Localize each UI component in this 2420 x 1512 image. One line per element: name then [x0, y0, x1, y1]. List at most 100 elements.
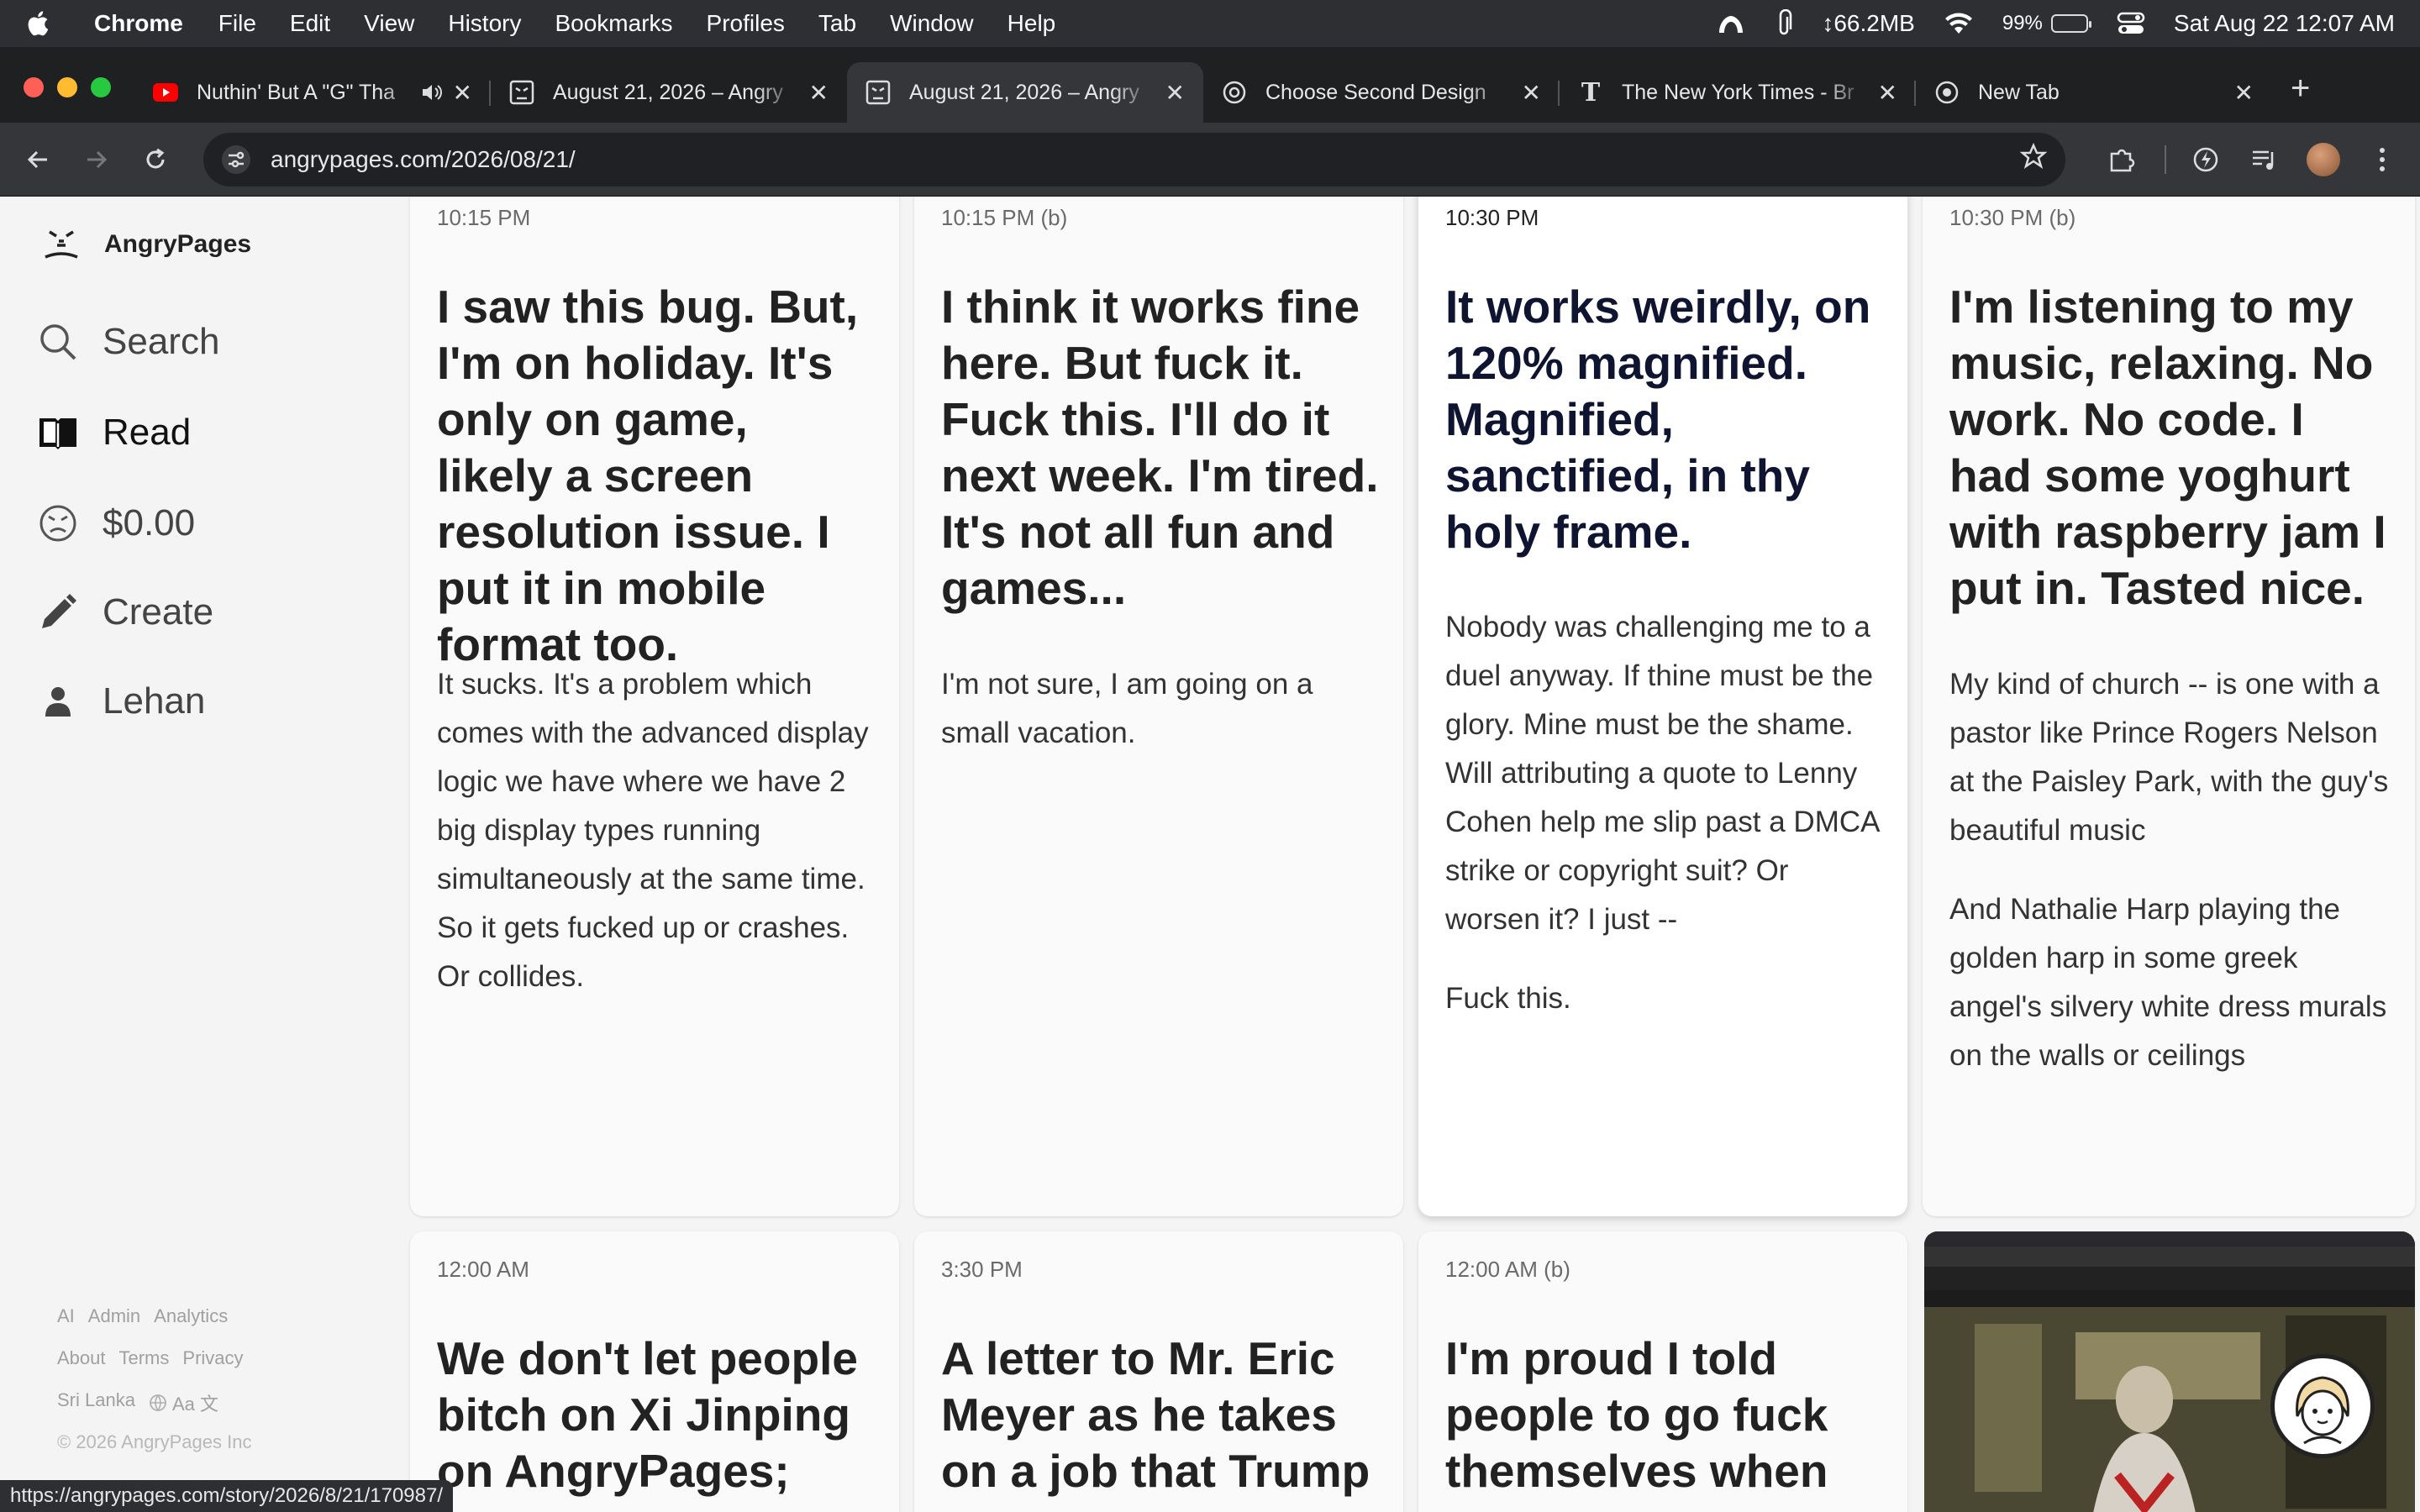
sidebar-item-read[interactable]: Read	[37, 412, 191, 454]
battery-status[interactable]: 99%	[2002, 12, 2091, 35]
post-card[interactable]: 12:00 AM We don't let people bitch on Xi…	[410, 1231, 899, 1512]
footer-link-terms[interactable]: Terms	[119, 1347, 170, 1369]
speaker-icon[interactable]	[421, 82, 443, 102]
menu-bookmarks[interactable]: Bookmarks	[555, 10, 672, 37]
post-body: My kind of church -- is one with a pasto…	[1949, 660, 2391, 1080]
footer-region[interactable]: Sri Lanka	[57, 1389, 135, 1416]
menu-view[interactable]: View	[364, 10, 414, 37]
menu-edit[interactable]: Edit	[290, 10, 330, 37]
search-icon	[37, 321, 79, 363]
pencil-icon	[37, 591, 79, 633]
post-time: 10:30 PM (b)	[1949, 205, 2076, 230]
assistant-avatar-icon[interactable]	[2270, 1354, 2375, 1458]
close-tab-icon[interactable]: ✕	[1878, 79, 1897, 107]
footer-link-about[interactable]: About	[57, 1347, 106, 1369]
post-card[interactable]: 10:15 PM (b) I think it works fine here.…	[914, 197, 1403, 1216]
post-card[interactable]: 10:15 PM I saw this bug. But, I'm on hol…	[410, 197, 899, 1216]
close-tab-icon[interactable]: ✕	[1165, 79, 1185, 107]
footer-links-row-2: About Terms Privacy	[57, 1347, 244, 1369]
footer-link-ai[interactable]: AI	[57, 1305, 75, 1327]
nyt-icon: T	[1581, 77, 1601, 108]
post-card[interactable]: 12:00 AM (b) I'm proud I told people to …	[1418, 1231, 1907, 1512]
new-tab-button[interactable]: +	[2291, 70, 2310, 108]
chrome-menu-icon[interactable]	[2363, 140, 2402, 179]
extensions-puzzle-icon[interactable]	[2102, 140, 2141, 179]
app-name[interactable]: Chrome	[94, 10, 183, 37]
battery-icon	[2050, 14, 2091, 33]
tab-angrypages-2-active[interactable]: August 21, 2026 – Angry ✕	[847, 62, 1203, 123]
post-time: 10:30 PM	[1445, 205, 1539, 230]
performance-icon[interactable]	[2186, 140, 2225, 179]
media-controls-icon[interactable]	[2245, 140, 2284, 179]
tab-title: New Tab	[1978, 80, 2060, 104]
footer-link-privacy[interactable]: Privacy	[182, 1347, 243, 1369]
apple-icon[interactable]	[25, 9, 54, 38]
brand-name: AngryPages	[104, 230, 252, 258]
post-headline[interactable]: I think it works fine here. But fuck it.…	[941, 279, 1380, 617]
post-headline[interactable]: It works weirdly, on 120% magnified. Mag…	[1445, 279, 1884, 560]
forward-button[interactable]	[77, 140, 116, 179]
close-tab-icon[interactable]: ✕	[1522, 79, 1541, 107]
tab-angrypages-1[interactable]: August 21, 2026 – Angry ✕	[491, 62, 847, 123]
footer-link-admin[interactable]: Admin	[88, 1305, 140, 1327]
cloud-app-icon[interactable]	[1716, 11, 1746, 36]
sidebar-item-create[interactable]: Create	[37, 591, 213, 633]
post-headline[interactable]: I saw this bug. But, I'm on holiday. It'…	[437, 279, 876, 673]
sidebar-item-balance[interactable]: $0.00	[37, 502, 195, 544]
post-paragraph: My kind of church -- is one with a pasto…	[1949, 668, 2389, 847]
post-time: 12:00 AM (b)	[1445, 1257, 1570, 1282]
post-headline[interactable]: I'm proud I told people to go fuck thems…	[1445, 1331, 1884, 1499]
macos-menu-bar: Chrome File Edit View History Bookmarks …	[0, 0, 2420, 47]
url-text[interactable]: angrypages.com/2026/08/21/	[271, 146, 576, 173]
profile-avatar[interactable]	[2304, 140, 2343, 179]
tab-title: The New York Times - Br	[1622, 80, 1854, 104]
post-paragraph: It sucks. It's a problem which comes wit…	[437, 668, 869, 993]
site-settings-icon[interactable]	[222, 144, 250, 174]
post-card[interactable]: 3:30 PM A letter to Mr. Eric Meyer as he…	[914, 1231, 1403, 1512]
menu-help[interactable]: Help	[1007, 10, 1056, 37]
post-headline[interactable]: We don't let people bitch on Xi Jinping …	[437, 1331, 876, 1499]
book-icon	[37, 412, 79, 454]
battery-percent: 99%	[2002, 12, 2043, 34]
post-paragraph: And Nathalie Harp playing the golden har…	[1949, 893, 2387, 1072]
post-paragraph: Fuck this.	[1445, 982, 1571, 1015]
menu-file[interactable]: File	[218, 10, 256, 37]
post-card-hovered[interactable]: 10:30 PM It works weirdly, on 120% magni…	[1418, 197, 1907, 1216]
tab-nyt[interactable]: T The New York Times - Br ✕	[1560, 62, 1916, 123]
address-bar[interactable]: angrypages.com/2026/08/21/	[203, 132, 2065, 186]
globe-icon	[150, 1394, 166, 1412]
tab-choose-second-design[interactable]: Choose Second Design ✕	[1203, 62, 1560, 123]
menu-history[interactable]: History	[448, 10, 521, 37]
sidebar-item-search[interactable]: Search	[37, 321, 219, 363]
paperclip-icon[interactable]	[1775, 9, 1793, 38]
menu-profiles[interactable]: Profiles	[707, 10, 785, 37]
minimize-window-button[interactable]	[57, 77, 77, 97]
zoom-window-button[interactable]	[91, 77, 111, 97]
close-tab-icon[interactable]: ✕	[809, 79, 829, 107]
sidebar-item-label: Lehan	[103, 680, 206, 722]
brand[interactable]: AngryPages	[42, 225, 251, 264]
tab-new-tab[interactable]: New Tab ✕	[1916, 62, 2272, 123]
post-card[interactable]: 10:30 PM (b) I'm listening to my music, …	[1923, 197, 2415, 1216]
clock[interactable]: Sat Aug 22 12:07 AM	[2174, 10, 2395, 37]
footer-link-analytics[interactable]: Analytics	[154, 1305, 228, 1327]
toolbar-separator	[2165, 144, 2166, 174]
language-label: Aa 文	[171, 1394, 218, 1415]
sidebar-item-profile[interactable]: Lehan	[37, 680, 205, 722]
wifi-icon[interactable]	[1944, 12, 1974, 35]
post-headline[interactable]: A letter to Mr. Eric Meyer as he takes o…	[941, 1331, 1380, 1499]
bookmark-star-icon[interactable]	[2019, 142, 2048, 176]
post-headline[interactable]: I'm listening to my music, relaxing. No …	[1949, 279, 2391, 617]
control-center-icon[interactable]	[2117, 11, 2145, 36]
close-tab-icon[interactable]: ✕	[453, 79, 472, 107]
close-tab-icon[interactable]: ✕	[2234, 79, 2254, 107]
back-button[interactable]	[18, 140, 57, 179]
memory-readout[interactable]: ↕66.2MB	[1822, 10, 1915, 37]
menu-window[interactable]: Window	[890, 10, 974, 37]
tab-youtube[interactable]: Nuthin' But A "G" Tha ✕	[134, 62, 491, 123]
close-window-button[interactable]	[24, 77, 44, 97]
reload-button[interactable]	[136, 140, 175, 179]
language-selector[interactable]: Aa 文	[149, 1389, 218, 1416]
menu-tab[interactable]: Tab	[818, 10, 856, 37]
footer-links-row-3: Sri Lanka Aa 文	[57, 1389, 218, 1416]
